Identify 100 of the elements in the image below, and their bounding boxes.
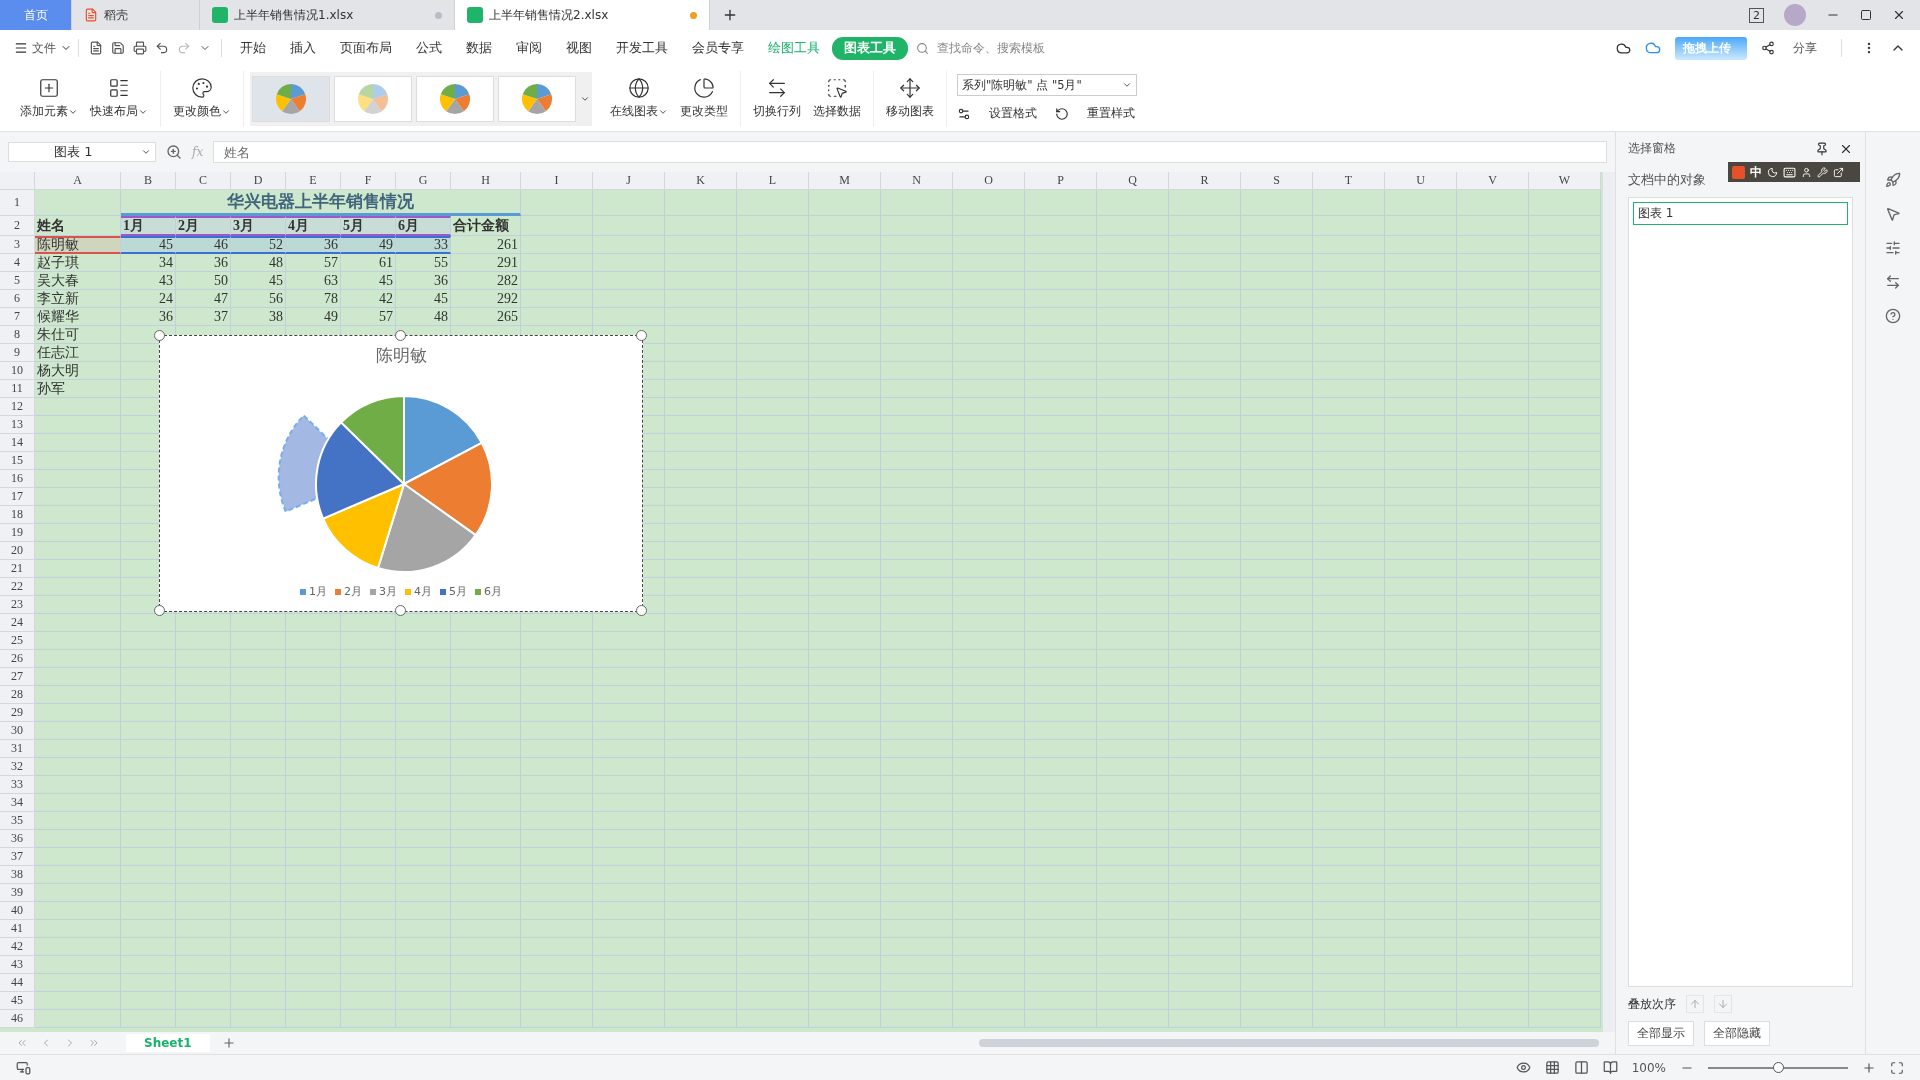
zoom-level[interactable]: 100% (1631, 1060, 1666, 1075)
help-icon[interactable] (1885, 308, 1901, 324)
column-header[interactable]: U (1385, 172, 1457, 190)
resize-handle[interactable] (154, 330, 165, 341)
menu-tab[interactable]: 页面布局 (328, 36, 404, 60)
eye-icon[interactable] (1515, 1060, 1531, 1075)
moon-icon[interactable] (1767, 166, 1778, 178)
chart-style[interactable] (498, 75, 576, 122)
column-header[interactable]: S (1241, 172, 1313, 190)
resize-handle[interactable] (636, 330, 647, 341)
ribbon-button[interactable]: 快速布局 (86, 75, 152, 122)
scrollbar[interactable] (1603, 172, 1615, 1032)
external-link-icon[interactable] (1833, 166, 1844, 178)
scrollbar[interactable] (979, 1039, 1599, 1047)
cloud-icon[interactable] (1616, 40, 1631, 56)
column-header[interactable]: N (881, 172, 953, 190)
column-header[interactable]: P (1025, 172, 1097, 190)
close-icon[interactable] (1892, 8, 1906, 22)
formula-field[interactable]: 姓名 (213, 141, 1607, 163)
chart-style[interactable] (252, 75, 330, 122)
ribbon-button[interactable]: 移动图表 (882, 75, 938, 122)
pane-title[interactable]: 选择窗格 (1628, 140, 1676, 157)
column-header[interactable]: C (176, 172, 231, 190)
resize-handle[interactable] (636, 605, 647, 616)
element-select[interactable]: 系列"陈明敏" 点 "5月" (957, 74, 1137, 96)
zoom-in-icon[interactable] (1862, 1060, 1876, 1075)
menu-tab[interactable]: 开发工具 (604, 36, 680, 60)
resize-handle[interactable] (395, 605, 406, 616)
menu-tab[interactable]: 数据 (454, 36, 504, 60)
wrench-icon[interactable] (1817, 166, 1828, 178)
display-icon[interactable] (16, 1060, 31, 1075)
column-header[interactable]: G (396, 172, 451, 190)
zoom-icon[interactable] (166, 144, 182, 160)
swap-icon[interactable] (1885, 274, 1901, 290)
name-box[interactable]: 图表 1 (8, 142, 156, 162)
file-menu[interactable]: 文件 (28, 39, 60, 57)
column-header[interactable]: B (121, 172, 176, 190)
column-header[interactable]: D (231, 172, 286, 190)
menu-tab[interactable]: 会员专享 (680, 36, 756, 60)
rocket-icon[interactable] (1885, 172, 1901, 188)
new-tab-icon[interactable] (722, 7, 738, 23)
ribbon-button[interactable]: 添加元素 (16, 75, 82, 122)
search-field[interactable]: 查找命令、搜索模板 (937, 39, 1045, 57)
column-header[interactable]: W (1529, 172, 1601, 190)
column-header[interactable]: R (1169, 172, 1241, 190)
menu-tab[interactable]: 视图 (554, 36, 604, 60)
menu-icon[interactable] (14, 41, 28, 55)
column-header[interactable]: Q (1097, 172, 1169, 190)
window-count[interactable]: 2 (1749, 7, 1764, 23)
sliders-icon[interactable] (1885, 240, 1901, 256)
column-header[interactable]: I (521, 172, 593, 190)
resize-handle[interactable] (154, 605, 165, 616)
column-header[interactable]: F (341, 172, 396, 190)
column-header[interactable]: J (593, 172, 665, 190)
reset-style-button[interactable]: 重置样式 (1081, 104, 1141, 123)
column-header[interactable]: T (1313, 172, 1385, 190)
menu-tab[interactable]: 审阅 (504, 36, 554, 60)
resize-handle[interactable] (395, 330, 406, 341)
pointer-icon[interactable] (1885, 206, 1901, 222)
normal-view-icon[interactable] (1544, 1060, 1560, 1075)
ribbon-button[interactable]: 更改颜色 (169, 75, 235, 122)
new-icon[interactable] (89, 41, 103, 55)
column-header[interactable]: A (35, 172, 121, 190)
pin-icon[interactable] (1815, 141, 1829, 156)
ime-mode[interactable]: 中 (1750, 163, 1762, 181)
ribbon-button[interactable]: 更改类型 (676, 75, 732, 122)
ribbon-button[interactable]: 在线图表 (606, 75, 672, 122)
column-header[interactable]: E (286, 172, 341, 190)
column-header[interactable]: O (953, 172, 1025, 190)
share-icon[interactable] (1761, 41, 1775, 55)
show-all-button[interactable]: 全部显示 (1628, 1021, 1694, 1046)
column-header[interactable]: H (451, 172, 521, 190)
undo-icon[interactable] (155, 41, 169, 55)
hide-all-button[interactable]: 全部隐藏 (1704, 1021, 1770, 1046)
menu-tab[interactable]: 开始 (228, 36, 278, 60)
tab[interactable]: 上半年销售情况2.xlsx (455, 0, 710, 30)
maximize-icon[interactable] (1860, 9, 1872, 21)
user-icon[interactable] (1801, 166, 1812, 178)
reading-view-icon[interactable] (1602, 1060, 1618, 1075)
ribbon-button[interactable]: 切换行列 (749, 75, 805, 122)
menu-tab[interactable]: 插入 (278, 36, 328, 60)
menu-tab[interactable]: 公式 (404, 36, 454, 60)
column-header[interactable]: M (809, 172, 881, 190)
zoom-slider[interactable] (1773, 1061, 1784, 1073)
format-button[interactable]: 设置格式 (983, 104, 1043, 123)
table-cell: 42 (341, 290, 396, 308)
search-icon[interactable] (916, 41, 929, 55)
column-header[interactable]: L (737, 172, 809, 190)
print-icon[interactable] (133, 41, 147, 55)
chart-style[interactable] (416, 75, 494, 122)
column-header[interactable]: V (1457, 172, 1529, 190)
keyboard-icon[interactable] (1783, 165, 1796, 179)
save-icon[interactable] (111, 41, 125, 55)
ribbon-button[interactable]: 选择数据 (809, 75, 865, 122)
page-view-icon[interactable] (1573, 1060, 1589, 1075)
object-item[interactable]: 图表 1 (1633, 202, 1848, 225)
fullscreen-icon[interactable] (1890, 1060, 1904, 1075)
table-cell: 265 (451, 308, 521, 326)
column-header[interactable]: K (665, 172, 737, 190)
share-button[interactable]: 分享 (1789, 39, 1821, 57)
